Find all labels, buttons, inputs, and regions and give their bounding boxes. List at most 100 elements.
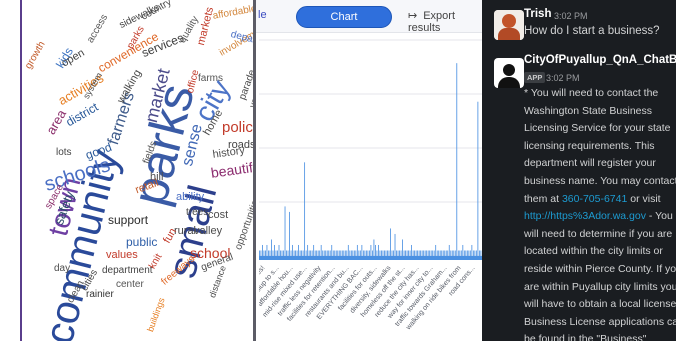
- chart-bar[interactable]: [477, 101, 479, 257]
- chart-bar[interactable]: [299, 250, 301, 256]
- chart-bar[interactable]: [334, 250, 336, 256]
- chart-bar[interactable]: [368, 250, 370, 256]
- chart-bar[interactable]: [478, 250, 480, 256]
- chart-bar[interactable]: [293, 250, 295, 256]
- chart-bar[interactable]: [316, 250, 318, 256]
- chart-bar[interactable]: [474, 250, 476, 256]
- chart-bar[interactable]: [307, 244, 309, 256]
- chart-bar[interactable]: [284, 206, 286, 256]
- chart-bar[interactable]: [275, 250, 277, 256]
- chart-bar[interactable]: [387, 250, 388, 256]
- chart-bar[interactable]: [322, 250, 324, 256]
- chart-bar[interactable]: [295, 250, 296, 256]
- chart-bar[interactable]: [391, 250, 393, 256]
- chart-bar[interactable]: [277, 250, 278, 256]
- chart-bar[interactable]: [262, 244, 263, 256]
- chart-bar[interactable]: [298, 244, 299, 256]
- chart-bar[interactable]: [328, 250, 330, 256]
- chart-bar[interactable]: [414, 250, 416, 256]
- chart-bar[interactable]: [445, 250, 447, 256]
- chart-bar[interactable]: [343, 250, 345, 256]
- chart-bar[interactable]: [385, 250, 387, 256]
- chart-bar[interactable]: [296, 250, 298, 256]
- chart-bar[interactable]: [451, 250, 453, 256]
- chart-bar[interactable]: [287, 250, 289, 256]
- chart-bar[interactable]: [289, 211, 290, 256]
- chart-bar[interactable]: [450, 250, 452, 256]
- chart-bar[interactable]: [454, 250, 456, 256]
- tab-chart[interactable]: Chart: [296, 6, 392, 28]
- chart-bar[interactable]: [292, 244, 293, 256]
- message-author[interactable]: Trish: [524, 8, 551, 20]
- chart-bar[interactable]: [400, 250, 402, 256]
- chart-bar[interactable]: [352, 250, 354, 256]
- chart-bar[interactable]: [429, 250, 431, 256]
- chart-bar[interactable]: [394, 233, 396, 256]
- chart-bar[interactable]: [370, 244, 372, 256]
- chart-bar[interactable]: [304, 162, 306, 256]
- chart-bar[interactable]: [361, 244, 363, 256]
- chart-bar[interactable]: [358, 250, 360, 256]
- chart-bar[interactable]: [290, 250, 292, 256]
- chart-bar[interactable]: [402, 239, 403, 256]
- chart-bar[interactable]: [266, 244, 268, 256]
- chart-bar[interactable]: [269, 250, 271, 256]
- chart-bar[interactable]: [355, 250, 357, 256]
- chart-bar[interactable]: [420, 250, 422, 256]
- chart-bar[interactable]: [367, 250, 369, 256]
- chart-bar[interactable]: [423, 250, 425, 256]
- chart-bar[interactable]: [372, 250, 373, 256]
- chart-bar[interactable]: [448, 244, 450, 256]
- chart-bar[interactable]: [438, 250, 440, 256]
- chart-bar[interactable]: [349, 250, 351, 256]
- chart-bar[interactable]: [313, 244, 315, 256]
- chart-bar[interactable]: [317, 250, 319, 256]
- chart-bar[interactable]: [442, 250, 444, 256]
- chart-bar[interactable]: [340, 250, 342, 256]
- chart-bar[interactable]: [323, 250, 325, 256]
- chart-bar[interactable]: [331, 244, 333, 256]
- chart-bar[interactable]: [432, 250, 434, 256]
- chart-bar[interactable]: [325, 250, 327, 256]
- chart-bar[interactable]: [356, 244, 358, 256]
- chart-bar[interactable]: [457, 250, 459, 256]
- chart-bar[interactable]: [337, 250, 339, 256]
- chart-bar[interactable]: [435, 244, 437, 256]
- chart-bar[interactable]: [397, 250, 399, 256]
- chart-bar[interactable]: [260, 250, 262, 256]
- chart-bar[interactable]: [427, 250, 429, 256]
- chart-bar[interactable]: [421, 250, 423, 256]
- chart-bar[interactable]: [471, 244, 473, 256]
- chart-bar[interactable]: [341, 250, 343, 256]
- chart-bar[interactable]: [379, 250, 381, 256]
- chart-bar[interactable]: [274, 244, 275, 256]
- chart-bar[interactable]: [381, 250, 382, 256]
- chart-bar[interactable]: [378, 244, 379, 256]
- chart-bar[interactable]: [399, 250, 400, 256]
- chart-bar[interactable]: [319, 250, 321, 256]
- tab-table[interactable]: le: [258, 9, 267, 21]
- chart-bar[interactable]: [460, 250, 462, 256]
- bot-author[interactable]: CityOfPuyallup_QnA_ChatBot: [524, 54, 676, 66]
- chart-bar[interactable]: [320, 244, 322, 256]
- chart-bar[interactable]: [335, 250, 337, 256]
- chart-bar[interactable]: [415, 250, 417, 256]
- chart-bar[interactable]: [375, 244, 376, 256]
- chart-bar[interactable]: [308, 250, 310, 256]
- chart-bar[interactable]: [444, 250, 446, 256]
- chart-bar[interactable]: [403, 250, 405, 256]
- avatar[interactable]: [494, 10, 524, 40]
- chart-bar[interactable]: [396, 250, 397, 256]
- chart-bar[interactable]: [311, 250, 313, 256]
- chart-bar[interactable]: [441, 250, 443, 256]
- website-link[interactable]: http://https%3Ador.wa.gov: [524, 210, 646, 222]
- chart-bar[interactable]: [272, 250, 274, 256]
- chart-bar[interactable]: [468, 250, 470, 256]
- chart-bar[interactable]: [417, 250, 419, 256]
- chart-bar[interactable]: [463, 250, 465, 256]
- chart-bar[interactable]: [305, 250, 307, 256]
- chart-bar[interactable]: [314, 250, 316, 256]
- chart-bar[interactable]: [406, 250, 408, 256]
- chart-bar[interactable]: [393, 250, 394, 256]
- chart-bar[interactable]: [376, 250, 378, 256]
